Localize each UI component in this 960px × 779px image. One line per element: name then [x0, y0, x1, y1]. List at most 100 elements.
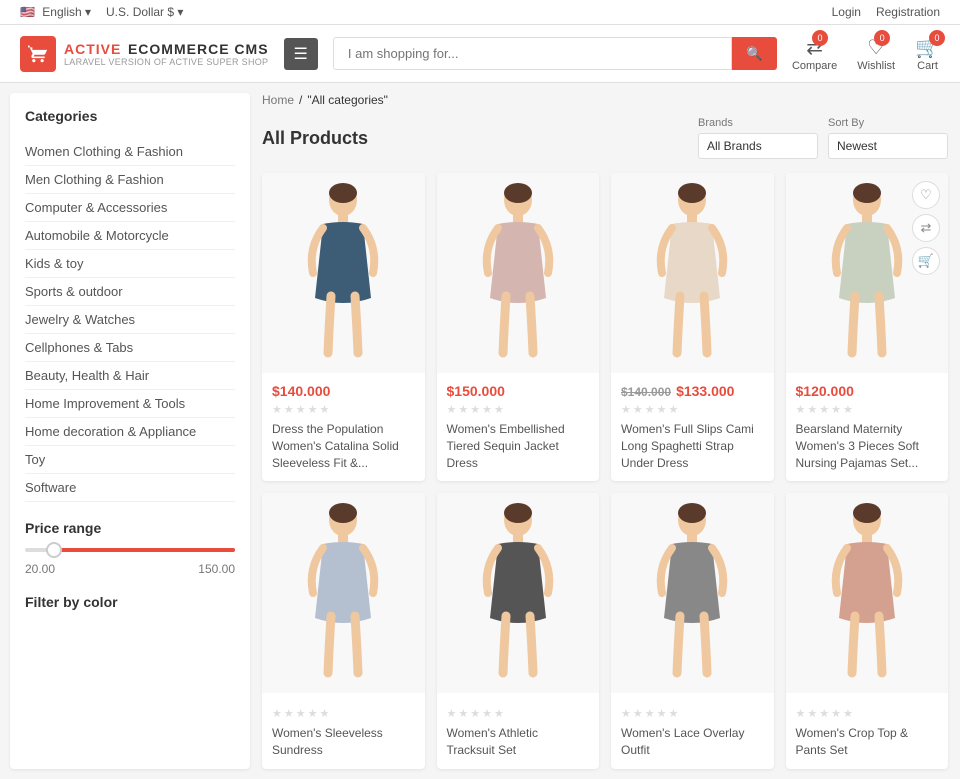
star-icon: ★ — [621, 403, 631, 416]
product-rating: ★★★★★ — [796, 403, 939, 416]
product-rating: ★★★★★ — [796, 707, 939, 720]
cart-logo-icon — [28, 44, 48, 64]
star-icon: ★ — [819, 707, 829, 720]
menu-toggle-button[interactable]: ☰ — [284, 38, 318, 70]
sidebar-category-item[interactable]: Cellphones & Tabs — [25, 334, 235, 362]
sidebar-category-item[interactable]: Computer & Accessories — [25, 194, 235, 222]
breadcrumb: Home / "All categories" — [262, 93, 948, 107]
wishlist-btn[interactable]: ♡ — [912, 181, 940, 209]
language-selector[interactable]: 🇺🇸 English ▾ — [20, 5, 91, 19]
page-title: All Products — [262, 128, 368, 149]
filter-color-section: Filter by color — [25, 594, 235, 610]
sidebar-category-item[interactable]: Jewelry & Watches — [25, 306, 235, 334]
sidebar-category-item[interactable]: Home decoration & Appliance — [25, 418, 235, 446]
cart-btn[interactable]: 🛒 — [912, 247, 940, 275]
product-rating: ★★★★★ — [621, 707, 764, 720]
star-icon: ★ — [272, 403, 282, 416]
compare-btn[interactable]: ⇄ — [912, 214, 940, 242]
content-header: All Products Brands All Brands Sort By N… — [262, 117, 948, 159]
product-card[interactable]: ★★★★★Women's Crop Top & Pants Set — [786, 493, 949, 769]
sidebar-category-item[interactable]: Software — [25, 474, 235, 502]
sidebar-category-item[interactable]: Automobile & Motorcycle — [25, 222, 235, 250]
currency-label: U.S. Dollar $ — [106, 5, 174, 19]
product-card[interactable]: ♡ ⇄ 🛒 $120.000 ★★★★★ Bearsland Maternity Wome… — [786, 173, 949, 481]
product-card[interactable]: $140.000$133.000★★★★★Women's Full Slips … — [611, 173, 774, 481]
currency-selector[interactable]: U.S. Dollar $ ▾ — [106, 5, 183, 19]
search-input[interactable] — [333, 37, 732, 70]
star-icon: ★ — [657, 707, 667, 720]
search-bar: 🔍 — [333, 37, 777, 70]
product-name: Women's Athletic Tracksuit Set — [447, 725, 590, 759]
product-price: $150.000 — [447, 383, 590, 399]
price-labels: 20.00 150.00 — [25, 562, 235, 576]
price-range-title: Price range — [25, 520, 235, 536]
registration-link[interactable]: Registration — [876, 5, 940, 19]
star-icon: ★ — [308, 403, 318, 416]
wishlist-label: Wishlist — [857, 60, 895, 72]
breadcrumb-home[interactable]: Home — [262, 93, 294, 107]
cart-badge: 0 — [929, 30, 945, 46]
product-price: $120.000 — [796, 383, 939, 399]
star-icon: ★ — [796, 707, 806, 720]
sort-filter-label: Sort By — [828, 117, 948, 129]
product-card[interactable]: ★★★★★Women's Lace Overlay Outfit — [611, 493, 774, 769]
product-image — [437, 493, 600, 693]
product-image — [786, 493, 949, 693]
filter-color-title: Filter by color — [25, 594, 235, 610]
logo[interactable]: ACTIVE ECOMMERCE CMS LARAVEL VERSION OF … — [20, 36, 269, 72]
top-bar-left: 🇺🇸 English ▾ U.S. Dollar $ ▾ — [20, 5, 183, 19]
product-name: Women's Embellished Tiered Sequin Jacket… — [447, 421, 590, 471]
cart-icon-group[interactable]: 🛒 0 Cart — [915, 35, 940, 72]
flag-icon: 🇺🇸 — [20, 5, 35, 19]
main-layout: Categories Women Clothing & FashionMen C… — [0, 83, 960, 779]
product-info: $140.000★★★★★Dress the Population Women'… — [262, 373, 425, 481]
star-icon: ★ — [843, 403, 853, 416]
sort-select[interactable]: Newest — [828, 133, 948, 159]
price-slider-thumb[interactable] — [46, 542, 62, 558]
login-link[interactable]: Login — [832, 5, 861, 19]
product-image — [611, 493, 774, 693]
compare-badge: 0 — [812, 30, 828, 46]
star-icon: ★ — [831, 707, 841, 720]
product-card[interactable]: ★★★★★Women's Sleeveless Sundress — [262, 493, 425, 769]
star-icon: ★ — [645, 707, 655, 720]
breadcrumb-separator: / — [299, 93, 302, 107]
product-rating: ★★★★★ — [447, 707, 590, 720]
product-card[interactable]: $140.000★★★★★Dress the Population Women'… — [262, 173, 425, 481]
star-icon: ★ — [308, 707, 318, 720]
sidebar-category-item[interactable]: Women Clothing & Fashion — [25, 138, 235, 166]
star-icon: ★ — [272, 707, 282, 720]
top-bar: 🇺🇸 English ▾ U.S. Dollar $ ▾ Login Regis… — [0, 0, 960, 25]
star-icon: ★ — [284, 403, 294, 416]
price-max: 150.00 — [198, 562, 235, 576]
sidebar-category-item[interactable]: Beauty, Health & Hair — [25, 362, 235, 390]
product-card[interactable]: $150.000★★★★★Women's Embellished Tiered … — [437, 173, 600, 481]
header-icons: ⇄ 0 Compare ♡ 0 Wishlist 🛒 0 Cart — [792, 35, 940, 72]
sidebar-category-item[interactable]: Kids & toy — [25, 250, 235, 278]
star-icon: ★ — [494, 707, 504, 720]
brands-filter-label: Brands — [698, 117, 818, 129]
wishlist-icon-group[interactable]: ♡ 0 Wishlist — [857, 35, 895, 72]
sidebar-category-item[interactable]: Sports & outdoor — [25, 278, 235, 306]
star-icon: ★ — [633, 403, 643, 416]
star-icon: ★ — [320, 403, 330, 416]
sidebar-category-item[interactable]: Men Clothing & Fashion — [25, 166, 235, 194]
product-rating: ★★★★★ — [272, 707, 415, 720]
product-price: $140.000 — [272, 383, 415, 399]
content: Home / "All categories" All Products Bra… — [250, 83, 960, 779]
price-range-section: Price range 20.00 150.00 — [25, 520, 235, 576]
product-card[interactable]: ★★★★★ Women's Athletic Tracksuit Set — [437, 493, 600, 769]
product-price: $140.000$133.000 — [621, 383, 764, 399]
product-name: Women's Sleeveless Sundress — [272, 725, 415, 759]
price-slider[interactable] — [25, 548, 235, 552]
sidebar-category-item[interactable]: Toy — [25, 446, 235, 474]
star-icon: ★ — [482, 707, 492, 720]
product-new-price: $133.000 — [676, 383, 734, 399]
star-icon: ★ — [447, 403, 457, 416]
brands-select[interactable]: All Brands — [698, 133, 818, 159]
product-rating: ★★★★★ — [272, 403, 415, 416]
search-button[interactable]: 🔍 — [732, 37, 777, 70]
product-name: Bearsland Maternity Women's 3 Pieces Sof… — [796, 421, 939, 471]
compare-icon-group[interactable]: ⇄ 0 Compare — [792, 35, 837, 72]
sidebar-category-item[interactable]: Home Improvement & Tools — [25, 390, 235, 418]
